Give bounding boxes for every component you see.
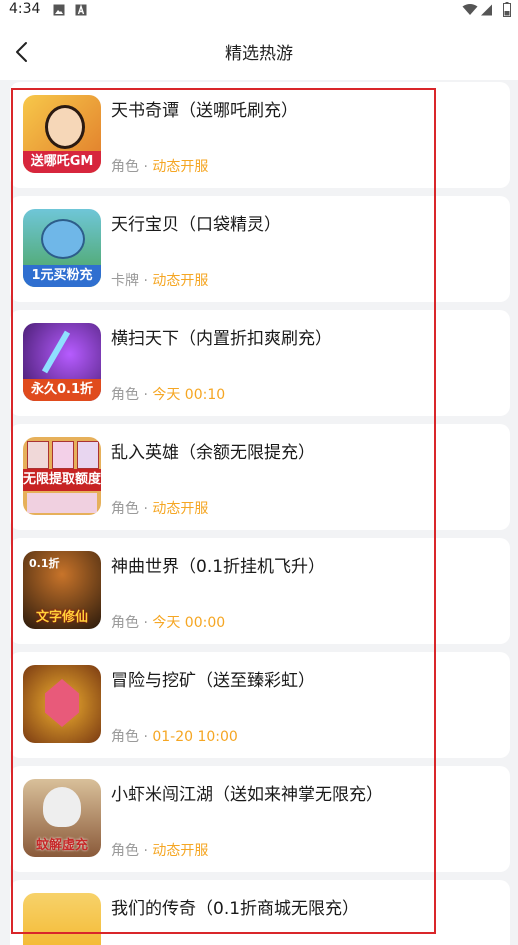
game-icon-caption: 永久0.1折 bbox=[23, 379, 101, 401]
game-icon: 送哪吒GM bbox=[23, 95, 101, 173]
game-meta: 角色 · 01-20 10:00 bbox=[111, 726, 238, 746]
game-meta: 角色 · 今天 00:10 bbox=[111, 384, 225, 404]
game-category: 角色 bbox=[111, 729, 139, 745]
game-card[interactable]: 蚊解虚充 小虾米闯江湖（送如来神掌无限充） 角色 · 动态开服 bbox=[10, 766, 510, 872]
game-card[interactable]: 无限提取额度 乱入英雄（余额无限提充） 角色 · 动态开服 bbox=[10, 424, 510, 530]
wifi-icon bbox=[462, 4, 478, 15]
game-open-time: 动态开服 bbox=[152, 501, 209, 517]
game-icon: 永久0.1折 bbox=[23, 323, 101, 401]
game-meta: 角色 · 今天 00:00 bbox=[111, 612, 225, 632]
game-icon bbox=[23, 665, 101, 743]
meta-separator: · bbox=[139, 501, 153, 517]
page-title: 精选热游 bbox=[225, 44, 293, 64]
meta-separator: · bbox=[139, 729, 153, 745]
game-meta: 卡牌 · 动态开服 bbox=[111, 270, 208, 290]
game-meta: 角色 · 动态开服 bbox=[111, 840, 208, 860]
meta-separator: · bbox=[139, 387, 153, 403]
game-icon-caption: 文字修仙 bbox=[35, 610, 88, 625]
hot-games-list[interactable]: 送哪吒GM 天书奇谭（送哪吒刷充） 角色 · 动态开服 1元买粉充 天行宝贝（口… bbox=[0, 80, 518, 945]
game-open-time: 动态开服 bbox=[152, 273, 209, 289]
battery-icon bbox=[503, 2, 511, 17]
game-card[interactable]: 永久0.1折 横扫天下（内置折扣爽刷充） 角色 · 今天 00:10 bbox=[10, 310, 510, 416]
game-meta: 角色 · 动态开服 bbox=[111, 498, 208, 518]
game-icon-caption: 送哪吒GM bbox=[23, 151, 101, 173]
game-icon: 1元买粉充 bbox=[23, 209, 101, 287]
game-icon-caption: 1元买粉充 bbox=[23, 265, 101, 287]
game-icon-caption: 无限提取额度 bbox=[23, 469, 101, 491]
game-card[interactable]: 冒险与挖矿（送至臻彩虹） 角色 · 01-20 10:00 bbox=[10, 652, 510, 758]
game-card[interactable]: 0.1折 文字修仙 神曲世界（0.1折挂机飞升） 角色 · 今天 00:00 bbox=[10, 538, 510, 644]
meta-separator: · bbox=[139, 159, 153, 175]
game-name: 天书奇谭（送哪吒刷充） bbox=[111, 101, 298, 121]
game-open-time: 动态开服 bbox=[152, 843, 209, 859]
game-name: 神曲世界（0.1折挂机飞升） bbox=[111, 557, 326, 577]
game-category: 角色 bbox=[111, 387, 139, 403]
game-name: 乱入英雄（余额无限提充） bbox=[111, 443, 315, 463]
signal-icon bbox=[481, 4, 492, 16]
meta-separator: · bbox=[139, 273, 153, 289]
game-name: 冒险与挖矿（送至臻彩虹） bbox=[111, 671, 315, 691]
game-meta: 角色 · 动态开服 bbox=[111, 156, 208, 176]
app-notification-icon bbox=[75, 4, 87, 16]
game-name: 小虾米闯江湖（送如来神掌无限充） bbox=[111, 785, 383, 805]
game-name: 横扫天下（内置折扣爽刷充） bbox=[111, 329, 332, 349]
game-open-time: 01-20 10:00 bbox=[152, 729, 238, 745]
top-nav-bar: 精选热游 bbox=[0, 22, 518, 80]
game-icon: 蚊解虚充 bbox=[23, 779, 101, 857]
game-icon: 无限提取额度 bbox=[23, 437, 101, 515]
game-open-time: 今天 00:00 bbox=[152, 615, 226, 631]
game-open-time: 动态开服 bbox=[152, 159, 209, 175]
game-card[interactable]: 送哪吒GM 天书奇谭（送哪吒刷充） 角色 · 动态开服 bbox=[10, 82, 510, 188]
status-bar: 4:34 bbox=[0, 0, 518, 22]
image-notification-icon bbox=[53, 4, 65, 16]
game-category: 卡牌 bbox=[111, 273, 139, 289]
game-category: 角色 bbox=[111, 501, 139, 517]
game-card[interactable]: 1元买粉充 天行宝贝（口袋精灵） 卡牌 · 动态开服 bbox=[10, 196, 510, 302]
game-open-time: 今天 00:10 bbox=[152, 387, 226, 403]
game-icon-caption: 蚊解虚充 bbox=[35, 838, 88, 853]
status-time: 4:34 bbox=[9, 1, 41, 17]
game-category: 角色 bbox=[111, 843, 139, 859]
game-category: 角色 bbox=[111, 159, 139, 175]
meta-separator: · bbox=[139, 843, 153, 859]
game-icon bbox=[23, 893, 101, 945]
game-card[interactable]: 我们的传奇（0.1折商城无限充） bbox=[10, 880, 510, 945]
game-name: 天行宝贝（口袋精灵） bbox=[111, 215, 281, 235]
game-icon: 0.1折 文字修仙 bbox=[23, 551, 101, 629]
meta-separator: · bbox=[139, 615, 153, 631]
game-name: 我们的传奇（0.1折商城无限充） bbox=[111, 899, 360, 919]
game-category: 角色 bbox=[111, 615, 139, 631]
